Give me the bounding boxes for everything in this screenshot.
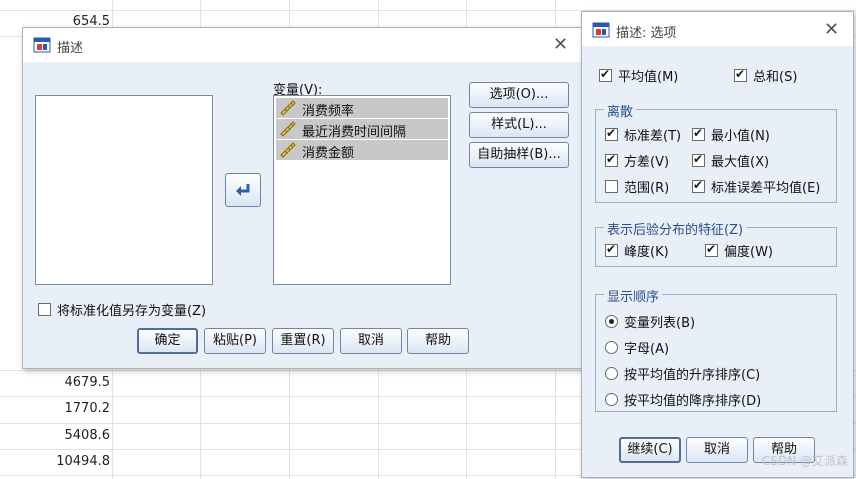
style-button[interactable]: 样式(L)...: [469, 112, 569, 138]
bootstrap-button[interactable]: 自助抽样(B)...: [469, 142, 569, 168]
variable-name: 消费频率: [302, 104, 355, 119]
mean-label: 平均值(M): [618, 70, 679, 85]
dispersion-group: 离散 标准差(T) 最小值(N) 方差(V) 最大值(X) 范围(R) 标准误差…: [595, 101, 837, 203]
cell-value[interactable]: 5408.6: [0, 428, 111, 443]
describe-titlebar[interactable]: 描述 ✕: [23, 28, 583, 62]
options-titlebar[interactable]: 描述: 选项 ✕: [582, 12, 853, 46]
move-variable-button[interactable]: [225, 173, 261, 207]
source-variable-list[interactable]: [35, 95, 213, 285]
display-order-group: 显示顺序 变量列表(B) 字母(A) 按平均值的升序排序(C) 按平均值的降序排…: [595, 286, 837, 412]
se-mean-checkbox[interactable]: [692, 178, 705, 193]
options-button[interactable]: 选项(O)...: [469, 82, 569, 108]
paste-button[interactable]: 粘贴(P): [204, 328, 266, 354]
ok-button[interactable]: 确定: [137, 328, 198, 354]
dispersion-title: 离散: [604, 101, 637, 120]
order-descending-mean-label: 按平均值的降序排序(D): [624, 394, 762, 409]
reset-button[interactable]: 重置(R): [272, 328, 334, 354]
variable-name: 最近消费时间间隔: [302, 125, 407, 140]
se-mean-label: 标准误差平均值(E): [711, 181, 821, 196]
sum-label: 总和(S): [753, 70, 798, 85]
mean-checkbox[interactable]: [599, 67, 612, 82]
selected-variable-list[interactable]: 消费频率 最近消费时间间隔 消费金额: [273, 95, 451, 285]
cell-value[interactable]: 1770.2: [0, 401, 111, 416]
min-label: 最小值(N): [711, 129, 770, 144]
options-dialog: 描述: 选项 ✕ 平均值(M) 总和(S) 离散 标准差(T) 最小值(N) 方…: [581, 11, 854, 478]
help-button[interactable]: 帮助: [407, 328, 469, 354]
order-ascending-mean-label: 按平均值的升序排序(C): [624, 368, 761, 383]
sum-checkbox[interactable]: [734, 67, 747, 82]
dialog-title: 描述: 选项: [616, 26, 677, 41]
variable-item[interactable]: 最近消费时间间隔: [276, 119, 448, 140]
range-label: 范围(R): [624, 181, 670, 196]
save-standardized-checkbox[interactable]: [38, 303, 51, 316]
scale-ruler-icon: [280, 142, 296, 158]
cell-value[interactable]: 10494.8: [0, 454, 110, 469]
dialog-title: 描述: [57, 41, 84, 56]
variable-item[interactable]: 消费频率: [276, 98, 448, 119]
variable-item[interactable]: 消费金额: [276, 140, 448, 161]
kurtosis-label: 峰度(K): [624, 245, 669, 260]
max-checkbox[interactable]: [692, 152, 705, 167]
scale-ruler-icon: [280, 121, 296, 137]
describe-dialog: 描述 ✕ 变量(V): 消费频率 最近消费时间间隔 消费金额 选项(O)... …: [22, 27, 584, 369]
order-variable-list-label: 变量列表(B): [624, 316, 696, 331]
spss-app-icon: [33, 37, 51, 53]
max-label: 最大值(X): [711, 155, 770, 170]
scale-ruler-icon: [280, 100, 296, 116]
order-alphabetic-radio[interactable]: [605, 341, 618, 354]
variance-label: 方差(V): [624, 155, 670, 170]
skewness-checkbox[interactable]: [705, 242, 718, 257]
options-cancel-button[interactable]: 取消: [686, 437, 748, 463]
kurtosis-checkbox[interactable]: [605, 242, 618, 257]
std-checkbox[interactable]: [605, 126, 618, 141]
cancel-button[interactable]: 取消: [340, 328, 402, 354]
display-order-title: 显示顺序: [604, 286, 663, 305]
order-descending-mean-radio[interactable]: [605, 393, 618, 406]
range-checkbox[interactable]: [605, 180, 618, 193]
cell-value[interactable]: 4679.5: [0, 375, 111, 390]
arrow-left-icon: [236, 184, 250, 196]
close-icon[interactable]: ✕: [553, 34, 568, 55]
distribution-group: 表示后验分布的特征(Z) 峰度(K) 偏度(W): [595, 219, 837, 267]
order-variable-list-radio[interactable]: [605, 315, 618, 328]
min-checkbox[interactable]: [692, 126, 705, 141]
skewness-label: 偏度(W): [724, 245, 773, 260]
order-alphabetic-label: 字母(A): [624, 342, 670, 357]
std-label: 标准差(T): [624, 129, 682, 144]
distribution-title: 表示后验分布的特征(Z): [604, 219, 747, 238]
save-standardized-label: 将标准化值另存为变量(Z): [57, 304, 207, 319]
watermark: CSDN @艾派森: [761, 454, 848, 468]
close-icon[interactable]: ✕: [824, 19, 839, 40]
variable-name: 消费金额: [302, 146, 355, 161]
order-ascending-mean-radio[interactable]: [605, 367, 618, 380]
continue-button[interactable]: 继续(C): [619, 437, 681, 463]
spss-app-icon: [592, 22, 610, 38]
variance-checkbox[interactable]: [605, 152, 618, 167]
